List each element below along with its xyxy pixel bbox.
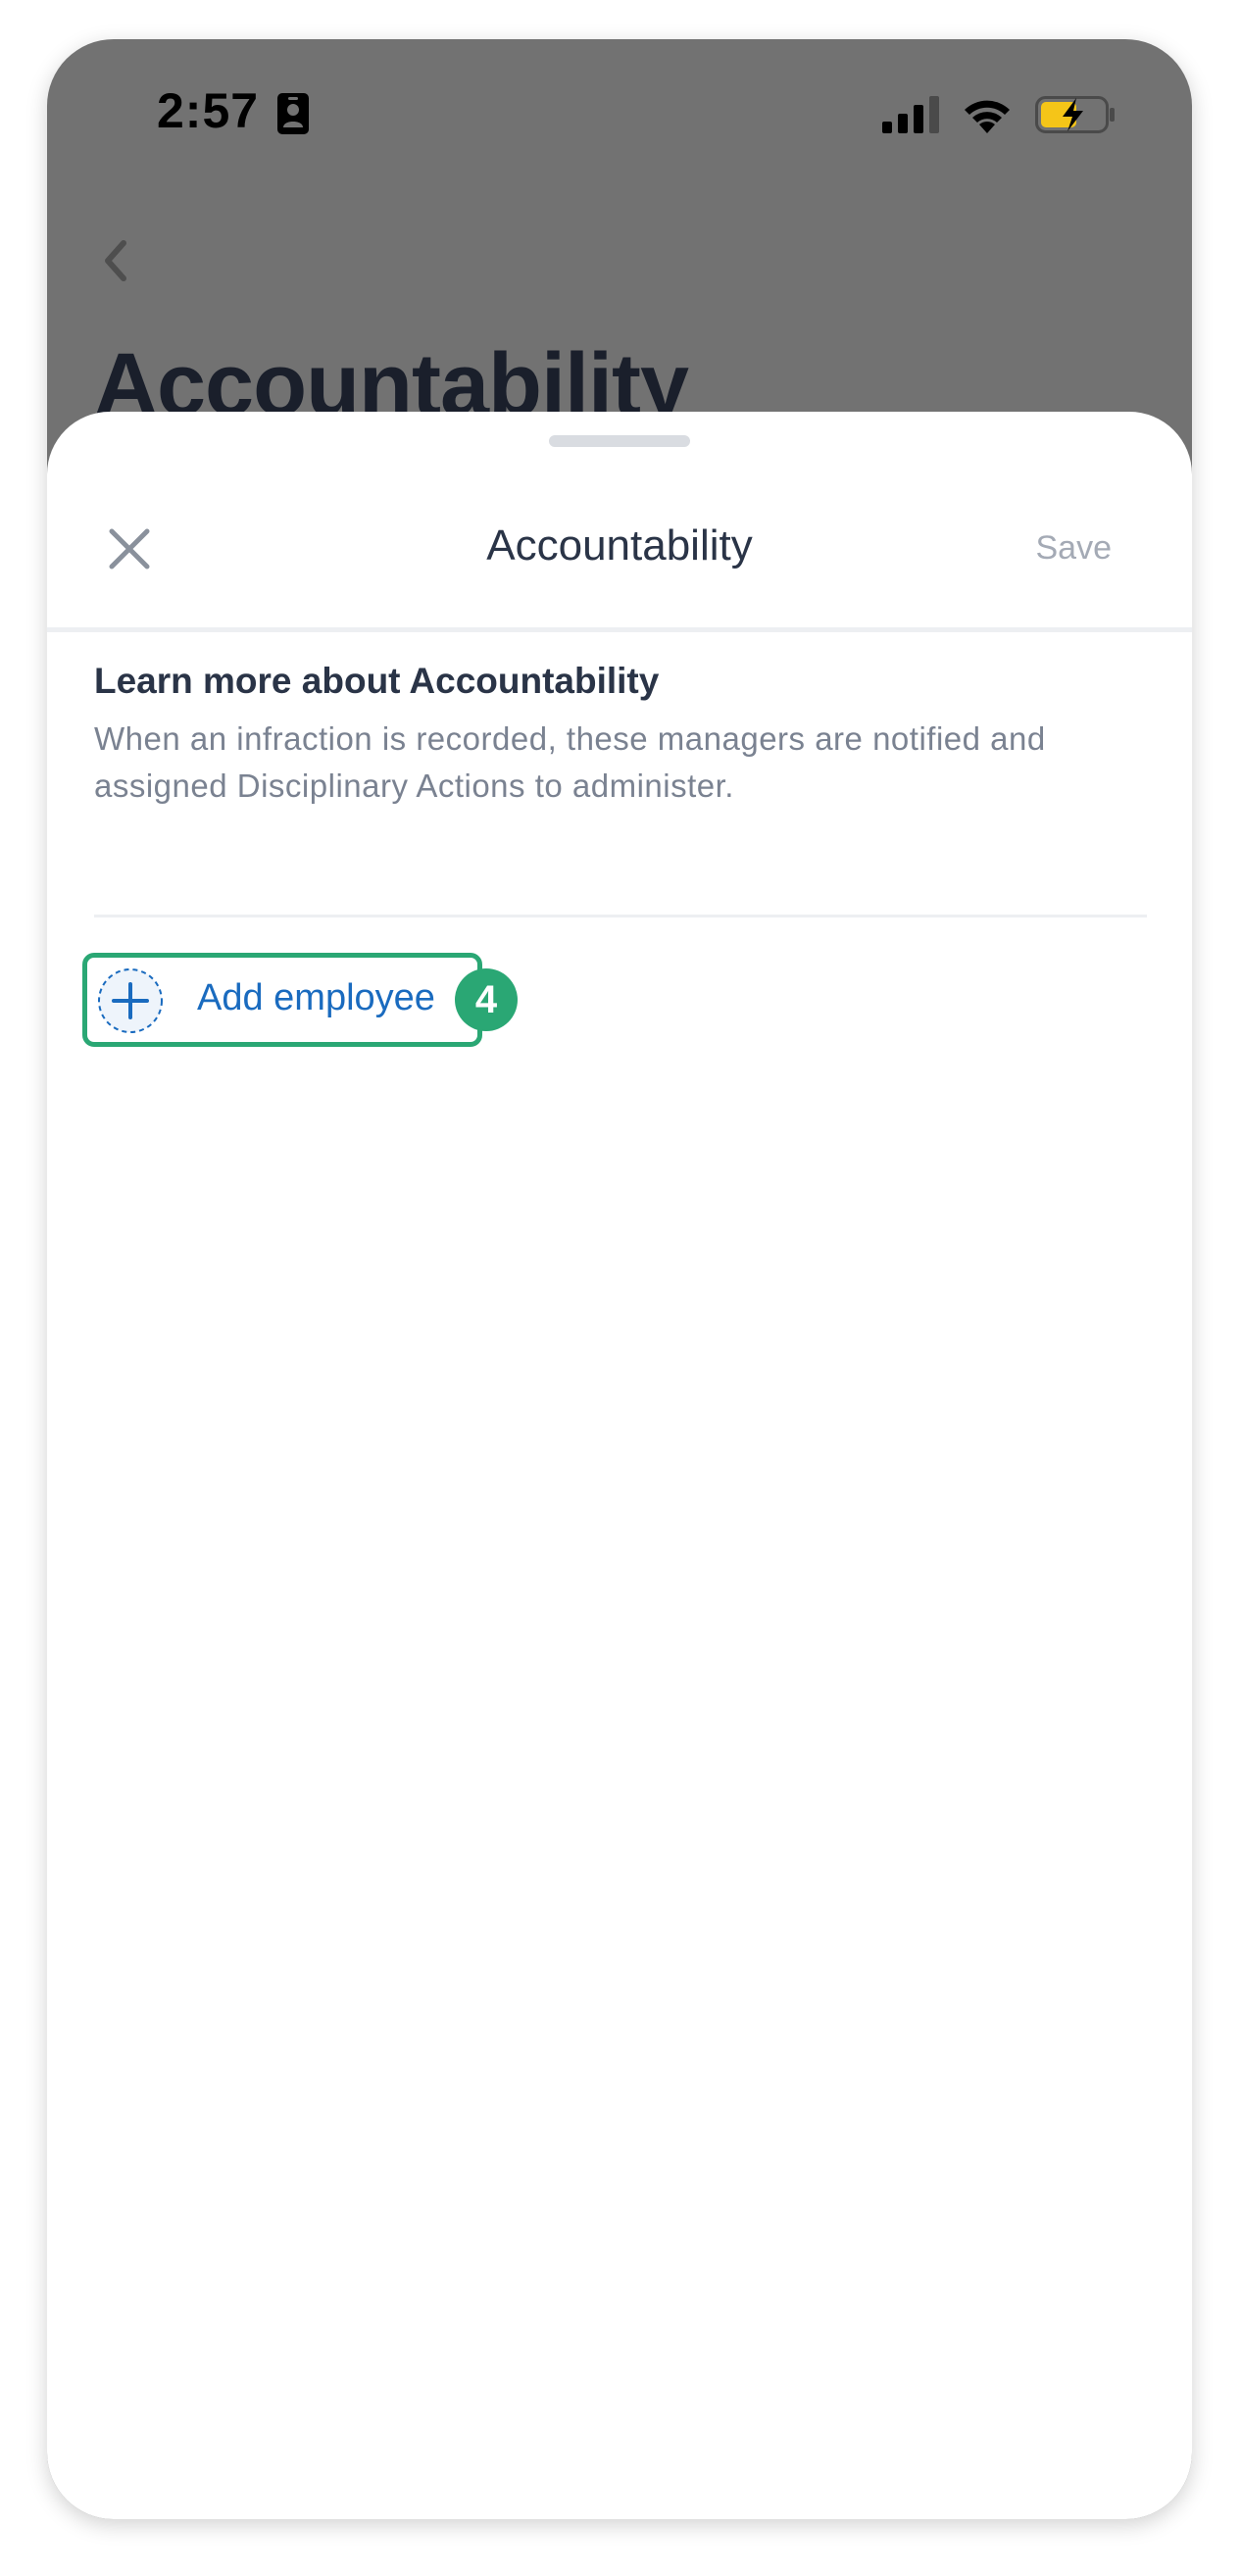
- wifi-icon: [965, 100, 1010, 133]
- info-block: Learn more about Accountability When an …: [94, 661, 1143, 810]
- status-time: 2:57: [157, 83, 260, 138]
- sheet-grabber[interactable]: [549, 435, 690, 447]
- divider: [94, 915, 1147, 917]
- background-page: Accountability: [47, 176, 1192, 451]
- contact-card-icon: [277, 93, 309, 134]
- accountability-sheet: Accountability Save Learn more about Acc…: [47, 412, 1192, 2519]
- page: 2:57 Accountability Accountability Save …: [0, 0, 1241, 2576]
- add-employee-button[interactable]: Add employee: [82, 953, 482, 1047]
- plus-circle-icon: [98, 968, 163, 1033]
- chevron-left-icon: [105, 240, 126, 281]
- add-employee-label: Add employee: [197, 977, 435, 1018]
- info-description: When an infraction is recorded, these ma…: [94, 720, 1046, 804]
- save-button[interactable]: Save: [1036, 529, 1113, 568]
- cellular-signal-icon: [882, 96, 939, 133]
- status-bar: 2:57: [47, 39, 1192, 176]
- learn-more-heading[interactable]: Learn more about Accountability: [94, 661, 1143, 702]
- sheet-header: Accountability Save: [47, 471, 1192, 632]
- step-badge: 4: [455, 968, 518, 1031]
- battery-charging-icon: [1035, 96, 1115, 133]
- sheet-title: Accountability: [486, 521, 753, 570]
- phone-screen: 2:57 Accountability Accountability Save …: [47, 39, 1192, 2519]
